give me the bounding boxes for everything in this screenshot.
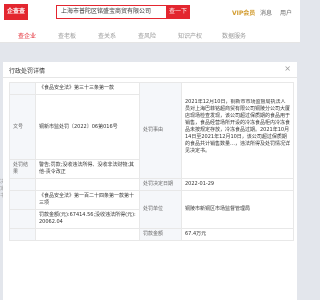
amount-text-value: 罚款金额(元):67414.56;没收违法所得(元):20062.04 [35, 209, 140, 229]
user-link[interactable]: 用户 [280, 8, 292, 17]
search-button[interactable]: 查一下 [166, 5, 190, 19]
date-label: 处罚决定日期 [139, 178, 182, 191]
nav-item-relations[interactable]: 查关系 [98, 31, 116, 40]
table-row: 处罚决定日期 2022-01-29 [9, 178, 294, 191]
nav-item-ip[interactable]: 知识产权 [178, 31, 202, 40]
message-link[interactable]: 消息 [260, 8, 272, 17]
top-bar: 企查查 上海市普陀区铭盛宝商贸有限公司 查一下 VIP会员 消息 用户 [0, 0, 300, 28]
blank-label [9, 178, 36, 191]
blank-value [35, 178, 140, 191]
dialog-title: 行政处罚详情 [9, 68, 46, 75]
table-row: 罚款金额 67.4万元 [9, 228, 294, 241]
penalty-detail-table: 《食品安全法》第三十三条第一款 处罚事由 2021年12月10日，铜新市市场监督… [9, 82, 294, 241]
empty-value [35, 228, 140, 241]
site-logo[interactable]: 企查查 [4, 4, 29, 20]
authority-label: 处罚单位 [139, 190, 182, 229]
nav-item-risk[interactable]: 查风险 [138, 31, 156, 40]
nav-item-company[interactable]: 查企业 [18, 31, 36, 40]
result-value: 警告;罚款;没收违法所得、没收非法财物;其他-责令改正 [35, 159, 140, 179]
close-icon[interactable]: × [284, 64, 291, 73]
content-label: 处罚事由 [139, 82, 182, 179]
amount-value: 67.4万元 [181, 228, 294, 241]
content-value: 2021年12月10日，铜新市市场监督局执法人员对上海巴菲铭超商贸有限公司铜陵分… [181, 82, 294, 179]
basis2-label [9, 190, 36, 210]
empty-label [9, 228, 36, 241]
authority-value: 铜陵市新铜区市场监督管理局 [181, 190, 294, 229]
main-nav: 查企业 查老板 查关系 查风险 知识产权 数据服务 [0, 28, 300, 43]
date-value: 2022-01-29 [181, 178, 294, 191]
vip-link[interactable]: VIP会员 [232, 8, 255, 17]
penalty-detail-dialog: 行政处罚详情 × 《食品安全法》第三十三条第一款 处罚事由 2021年12月10… [3, 62, 297, 300]
amount-text-label [9, 209, 36, 229]
table-row: 《食品安全法》第三十三条第一款 处罚事由 2021年12月10日，铜新市市场监督… [9, 82, 294, 179]
search-box[interactable]: 上海市普陀区铭盛宝商贸有限公司 查一下 [56, 5, 190, 19]
basis2-value: 《食品安全法》第一百二十四条第一款第十三项 [35, 190, 140, 210]
basis-label [9, 82, 36, 95]
doc-no-label: 文号 [9, 94, 36, 160]
nav-item-boss[interactable]: 查老板 [58, 31, 76, 40]
dialog-header: 行政处罚详情 × [3, 62, 297, 78]
amount-label: 罚款金额 [139, 228, 182, 241]
nav-item-data[interactable]: 数据服务 [222, 31, 246, 40]
result-label: 处罚结果 [9, 159, 36, 179]
search-input[interactable]: 上海市普陀区铭盛宝商贸有限公司 [61, 6, 151, 18]
basis-value: 《食品安全法》第三十三条第一款 [35, 82, 140, 95]
table-row: 《食品安全法》第一百二十四条第一款第十三项 处罚单位 铜陵市新铜区市场监督管理局 [9, 190, 294, 229]
doc-no-value: 铜新市监处罚〔2022〕06第016号 [35, 94, 140, 160]
